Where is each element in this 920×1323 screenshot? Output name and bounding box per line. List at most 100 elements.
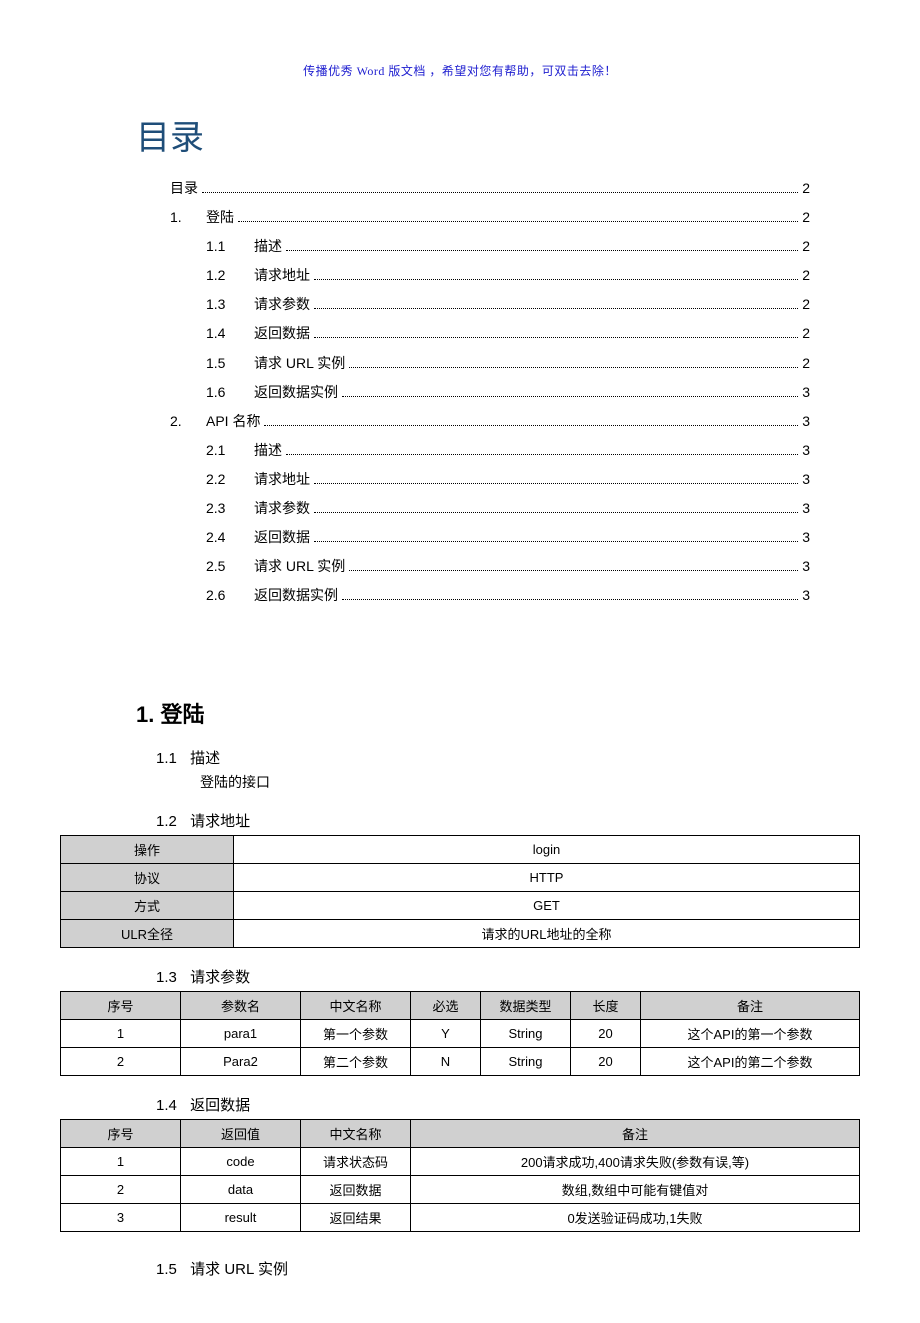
toc-item[interactable]: 2.5请求 URL 实例3 <box>170 555 810 578</box>
section-number: 1.2 <box>156 813 186 830</box>
toc-item-label: 返回数据实例 <box>254 381 338 404</box>
section-number: 1.1 <box>156 750 186 767</box>
return-cell-name: data <box>181 1176 301 1204</box>
toc-item-number: 2.5 <box>206 555 254 578</box>
return-header-cn: 中文名称 <box>301 1120 411 1148</box>
section-label: 描述 <box>190 750 220 767</box>
toc-leader-dots <box>349 565 798 572</box>
param-header-note: 备注 <box>641 992 860 1020</box>
toc-item-page: 3 <box>802 555 810 578</box>
table-header-row: 序号 参数名 中文名称 必选 数据类型 长度 备注 <box>61 992 860 1020</box>
toc-leader-dots <box>314 536 798 543</box>
document-page: 传播优秀 Word 版文档 ，希望对您有帮助，可双击去除！ 目录 目录21.登陆… <box>0 0 920 1323</box>
addr-header-method: 方式 <box>61 892 234 920</box>
table-of-contents: 目录21.登陆21.1描述21.2请求地址21.3请求参数21.4返回数据21.… <box>170 177 810 607</box>
toc-item[interactable]: 1.3请求参数2 <box>170 293 810 316</box>
param-cell-req: Y <box>411 1020 481 1048</box>
request-address-table: 操作 login 协议 HTTP 方式 GET ULR全径 请求的URL地址的全… <box>60 835 860 948</box>
toc-item-number: 2.1 <box>206 439 254 462</box>
toc-item[interactable]: 2.6返回数据实例3 <box>170 584 810 607</box>
param-header-required: 必选 <box>411 992 481 1020</box>
section-label: 请求 URL 实例 <box>190 1261 288 1278</box>
toc-item-label: 请求参数 <box>254 293 310 316</box>
param-cell-req: N <box>411 1048 481 1076</box>
toc-item-number: 1.4 <box>206 322 254 345</box>
section-1-4-heading: 1.4 返回数据 <box>156 1094 860 1115</box>
toc-item-page: 2 <box>802 177 810 200</box>
toc-item[interactable]: 2.3请求参数3 <box>170 497 810 520</box>
param-cell-cn: 第一个参数 <box>301 1020 411 1048</box>
toc-item-label: 返回数据 <box>254 526 310 549</box>
toc-item-page: 3 <box>802 497 810 520</box>
param-cell-no: 2 <box>61 1048 181 1076</box>
section-number: 1.4 <box>156 1097 186 1114</box>
addr-value-protocol: HTTP <box>234 864 860 892</box>
toc-title: 目录 <box>136 110 860 159</box>
toc-item-page: 2 <box>802 322 810 345</box>
toc-item-page: 2 <box>802 206 810 229</box>
table-row: 3result返回结果0发送验证码成功,1失败 <box>61 1204 860 1232</box>
toc-item-page: 3 <box>802 381 810 404</box>
toc-item[interactable]: 目录 2 <box>170 177 810 200</box>
param-header-name: 参数名 <box>181 992 301 1020</box>
table-row: 1code请求状态码200请求成功,400请求失败(参数有误,等) <box>61 1148 860 1176</box>
header-banner: 传播优秀 Word 版文档 ，希望对您有帮助，可双击去除！ <box>0 62 920 79</box>
param-cell-name: Para2 <box>181 1048 301 1076</box>
table-header-row: 序号 返回值 中文名称 备注 <box>61 1120 860 1148</box>
toc-item-label: 登陆 <box>206 206 234 229</box>
addr-header-operation: 操作 <box>61 836 234 864</box>
return-cell-no: 2 <box>61 1176 181 1204</box>
addr-value-method: GET <box>234 892 860 920</box>
toc-item[interactable]: 2.API 名称3 <box>170 410 810 433</box>
param-cell-note: 这个API的第二个参数 <box>641 1048 860 1076</box>
toc-item[interactable]: 1.2请求地址2 <box>170 264 810 287</box>
toc-item-label: 目录 <box>170 177 198 200</box>
section-label: 返回数据 <box>190 1097 250 1114</box>
table-row: 操作 login <box>61 836 860 864</box>
toc-item-number: 2.6 <box>206 584 254 607</box>
toc-leader-dots <box>314 303 798 310</box>
section-label: 请求地址 <box>190 813 250 830</box>
table-row: 方式 GET <box>61 892 860 920</box>
section-1-heading: 1. 登陆 <box>136 697 860 729</box>
toc-item-label: 描述 <box>254 439 282 462</box>
toc-item-number: 2.2 <box>206 468 254 491</box>
toc-item-label: 描述 <box>254 235 282 258</box>
return-cell-name: result <box>181 1204 301 1232</box>
toc-item[interactable]: 1.4返回数据 2 <box>170 322 810 345</box>
toc-leader-dots <box>202 186 798 193</box>
toc-leader-dots <box>349 361 798 368</box>
toc-item[interactable]: 1.1描述2 <box>170 235 810 258</box>
toc-item-number: 1.2 <box>206 264 254 287</box>
toc-item-number: 1.5 <box>206 352 254 375</box>
request-params-table: 序号 参数名 中文名称 必选 数据类型 长度 备注 1para1第一个参数YSt… <box>60 991 860 1076</box>
toc-leader-dots <box>314 332 798 339</box>
return-header-name: 返回值 <box>181 1120 301 1148</box>
param-cell-type: String <box>481 1048 571 1076</box>
param-cell-note: 这个API的第一个参数 <box>641 1020 860 1048</box>
toc-item[interactable]: 1.登陆2 <box>170 206 810 229</box>
param-cell-no: 1 <box>61 1020 181 1048</box>
toc-item[interactable]: 2.1描述3 <box>170 439 810 462</box>
toc-leader-dots <box>342 594 798 601</box>
toc-item[interactable]: 1.6返回数据实例3 <box>170 381 810 404</box>
toc-item-page: 3 <box>802 410 810 433</box>
toc-item-label: 返回数据实例 <box>254 584 338 607</box>
section-number: 1.5 <box>156 1261 186 1278</box>
toc-item-label: 请求 URL 实例 <box>254 352 345 375</box>
toc-leader-dots <box>264 419 798 426</box>
section-1-1-heading: 1.1 描述 <box>156 747 860 768</box>
return-cell-note: 数组,数组中可能有键值对 <box>411 1176 860 1204</box>
return-cell-name: code <box>181 1148 301 1176</box>
toc-item[interactable]: 1.5请求 URL 实例2 <box>170 352 810 375</box>
addr-value-operation: login <box>234 836 860 864</box>
toc-item-number: 1.1 <box>206 235 254 258</box>
section-label: 请求参数 <box>190 969 250 986</box>
toc-item-label: 返回数据 <box>254 322 310 345</box>
return-cell-cn: 返回结果 <box>301 1204 411 1232</box>
toc-item[interactable]: 2.2请求地址3 <box>170 468 810 491</box>
table-row: 2Para2第二个参数NString20这个API的第二个参数 <box>61 1048 860 1076</box>
toc-item[interactable]: 2.4返回数据3 <box>170 526 810 549</box>
toc-item-label: API 名称 <box>206 410 260 433</box>
table-row: ULR全径 请求的URL地址的全称 <box>61 920 860 948</box>
